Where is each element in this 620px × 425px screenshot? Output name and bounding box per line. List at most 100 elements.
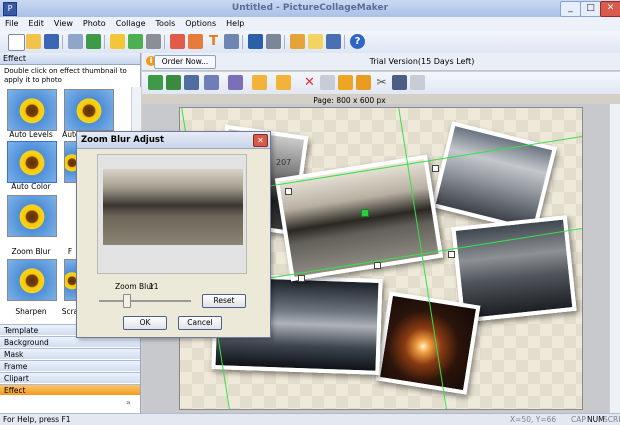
effect-thumb-auto-levels[interactable] — [7, 89, 57, 131]
zoom-blur-dialog: Zoom Blur Adjust ✕ Zoom Blur 11 Reset OK… — [76, 131, 271, 338]
rotate-icon[interactable] — [166, 75, 181, 90]
monitor-icon[interactable] — [248, 34, 263, 49]
main-toolbar: T ? — [0, 31, 620, 54]
effect-preview-image — [103, 169, 243, 245]
accordion-effect[interactable]: Effect — [0, 384, 140, 395]
template-icon[interactable] — [110, 34, 125, 49]
toolbar-separator — [344, 35, 345, 49]
undo-arrow-icon[interactable] — [252, 75, 267, 90]
menu-tools[interactable]: Tools — [151, 17, 181, 31]
save-icon[interactable] — [44, 34, 59, 49]
new-file-icon[interactable] — [8, 34, 25, 51]
order-bar: i Order Now... Trial Version(15 Days Lef… — [142, 53, 620, 71]
center-icon[interactable] — [356, 75, 371, 90]
menu-file[interactable]: File — [0, 17, 23, 31]
send-backward-icon[interactable] — [228, 75, 243, 90]
redo-icon[interactable] — [86, 34, 101, 49]
check-icon[interactable] — [128, 34, 143, 49]
print-icon[interactable] — [326, 34, 341, 49]
status-help-text: For Help, press F1 — [3, 415, 71, 424]
ok-button[interactable]: OK — [123, 316, 167, 330]
stamp-icon[interactable] — [146, 34, 161, 49]
email-icon[interactable] — [308, 34, 323, 49]
title-bar: P Untitled - PictureCollageMaker _ □ ✕ — [0, 0, 620, 18]
resize-handle[interactable] — [298, 275, 305, 282]
expand-chevron-icon[interactable]: » — [126, 398, 131, 407]
settings-icon[interactable] — [266, 34, 281, 49]
accordion-clipart[interactable]: Clipart — [0, 372, 140, 383]
effect-thumb-auto-color[interactable] — [7, 141, 57, 183]
toolbar-separator — [164, 35, 165, 49]
dialog-title: Zoom Blur Adjust — [81, 135, 165, 145]
minimize-button[interactable]: _ — [560, 1, 581, 17]
redo-arrow-icon[interactable] — [276, 75, 291, 90]
menu-edit[interactable]: Edit — [23, 17, 49, 31]
page-size-label: Page: 800 x 600 px — [313, 96, 386, 105]
effect-thumb-sharpen[interactable] — [7, 259, 57, 301]
effect-hint: Double click on effect thumbnail to appl… — [4, 67, 127, 84]
paste-icon[interactable] — [410, 75, 425, 90]
status-caps: CAP — [571, 415, 586, 424]
collage-photo-sky[interactable] — [430, 121, 558, 233]
rotation-handle[interactable] — [361, 209, 369, 217]
thumb-caption: Auto Levels — [9, 130, 53, 139]
zoom-blur-slider-track[interactable] — [99, 300, 191, 302]
menu-help[interactable]: Help — [221, 17, 249, 31]
reset-button[interactable]: Reset — [202, 294, 246, 308]
status-scroll: SCRL — [603, 415, 620, 424]
accordion-mask[interactable]: Mask — [0, 348, 140, 359]
cut-icon[interactable]: ✂ — [374, 75, 389, 90]
menu-bar: File Edit View Photo Collage Tools Options Help — [0, 17, 620, 31]
effect-thumb-zoom-blur[interactable] — [7, 195, 57, 237]
status-num: NUM — [587, 415, 605, 424]
close-button[interactable]: ✕ — [600, 1, 620, 17]
maximize-button[interactable]: □ — [580, 1, 601, 17]
add-icon[interactable] — [148, 75, 163, 90]
panel-header: Effect — [0, 53, 140, 65]
status-bar: For Help, press F1 X=50, Y=66 CAP NUM SC… — [0, 413, 620, 425]
menu-collage[interactable]: Collage — [111, 17, 151, 31]
edit-toolbar: ✕ ✂ — [142, 72, 620, 94]
resize-handle[interactable] — [285, 188, 292, 195]
bring-forward-icon[interactable] — [204, 75, 219, 90]
angle-readout: 207 — [276, 158, 292, 167]
order-now-button[interactable]: Order Now... — [154, 55, 216, 69]
thumb-caption: Auto Color — [11, 182, 51, 191]
undo-icon[interactable] — [68, 34, 83, 49]
resize-handle[interactable] — [448, 251, 455, 258]
move-icon[interactable] — [338, 75, 353, 90]
effect-thumb-auto-contrast[interactable] — [64, 89, 114, 131]
calendar-icon[interactable] — [224, 34, 239, 49]
dialog-close-icon[interactable]: ✕ — [253, 134, 268, 147]
accordion-frame[interactable]: Frame — [0, 360, 140, 371]
menu-photo[interactable]: Photo — [78, 17, 111, 31]
open-folder-icon[interactable] — [26, 34, 41, 49]
grid-icon[interactable] — [170, 34, 185, 49]
menu-options[interactable]: Options — [180, 17, 221, 31]
thumb-caption: Sharpen — [15, 307, 47, 316]
thumb-caption: Zoom Blur — [11, 247, 51, 256]
dialog-title-bar[interactable]: Zoom Blur Adjust ✕ — [77, 132, 270, 149]
trial-status: Trial Version(15 Days Left) — [369, 57, 475, 66]
resize-handle[interactable] — [374, 262, 381, 269]
photo-icon[interactable] — [290, 34, 305, 49]
canvas-scrollbar[interactable] — [609, 104, 620, 413]
zoom-blur-value: 11 — [149, 282, 159, 291]
copy-icon[interactable] — [392, 75, 407, 90]
menu-view[interactable]: View — [49, 17, 78, 31]
toolbar-separator — [284, 35, 285, 49]
toolbar-separator — [62, 35, 63, 49]
toolbar-separator — [104, 35, 105, 49]
crop-icon[interactable] — [184, 75, 199, 90]
cancel-button[interactable]: Cancel — [178, 316, 222, 330]
window-title: Untitled - PictureCollageMaker — [231, 3, 389, 13]
text-icon[interactable]: T — [206, 34, 221, 49]
resize-handle[interactable] — [432, 165, 439, 172]
status-coords: X=50, Y=66 — [510, 415, 557, 424]
delete-icon[interactable]: ✕ — [302, 75, 317, 90]
rotate-left-icon[interactable] — [320, 75, 335, 90]
zoom-blur-slider-thumb[interactable] — [122, 294, 131, 308]
help-icon[interactable]: ? — [350, 34, 365, 49]
layout-icon[interactable] — [188, 34, 203, 49]
collage-photo-fire[interactable] — [375, 291, 481, 395]
